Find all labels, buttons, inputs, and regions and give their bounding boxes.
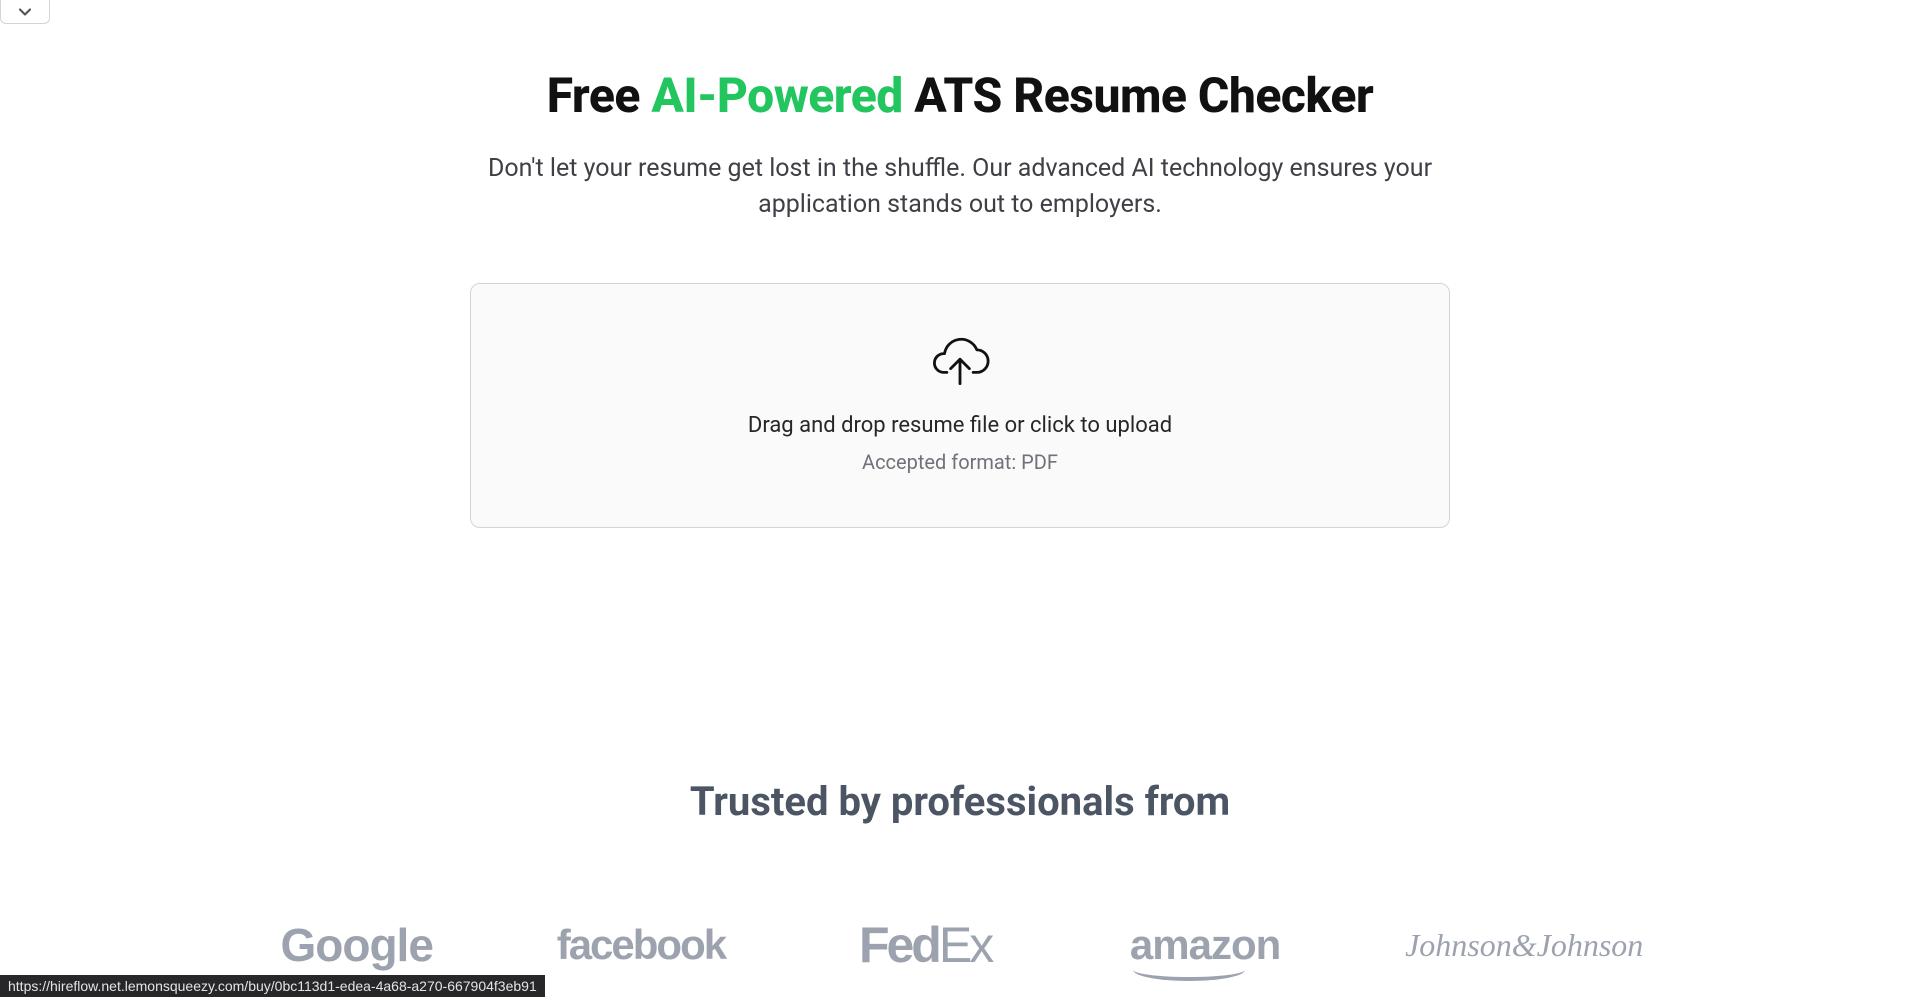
title-pre: Free — [547, 67, 652, 124]
page-subtitle: Don't let your resume get lost in the sh… — [470, 151, 1450, 224]
dropzone-main-text: Drag and drop resume file or click to up… — [748, 413, 1172, 438]
logo-johnson-and-johnson: Johnson&Johnson — [1405, 915, 1643, 975]
cloud-upload-icon — [930, 337, 990, 389]
title-post: ATS Resume Checker — [903, 67, 1373, 124]
logo-fedex: FedEx — [845, 915, 1005, 975]
collapse-tab[interactable] — [0, 0, 50, 24]
hero-section: Free AI-Powered ATS Resume Checker Don't… — [470, 0, 1450, 528]
dropzone-sub-text: Accepted format: PDF — [862, 450, 1058, 474]
logo-facebook: facebook — [557, 915, 725, 975]
upload-dropzone[interactable]: Drag and drop resume file or click to up… — [470, 283, 1450, 528]
trusted-section: Trusted by professionals from Google fac… — [0, 778, 1920, 975]
chevron-down-icon — [15, 2, 35, 22]
logo-google: Google — [277, 915, 437, 975]
logo-fedex-ex: Ex — [939, 916, 991, 974]
page-title: Free AI-Powered ATS Resume Checker — [470, 70, 1450, 123]
logo-amazon: amazon — [1125, 915, 1285, 975]
status-bar-link-preview: https://hireflow.net.lemonsqueezy.com/bu… — [0, 975, 545, 997]
trusted-logos-row: Google facebook FedEx amazon Johnson&Joh… — [0, 915, 1920, 975]
logo-fedex-fed: Fed — [859, 916, 939, 974]
title-accent: AI-Powered — [651, 67, 902, 124]
trusted-heading: Trusted by professionals from — [0, 778, 1920, 825]
